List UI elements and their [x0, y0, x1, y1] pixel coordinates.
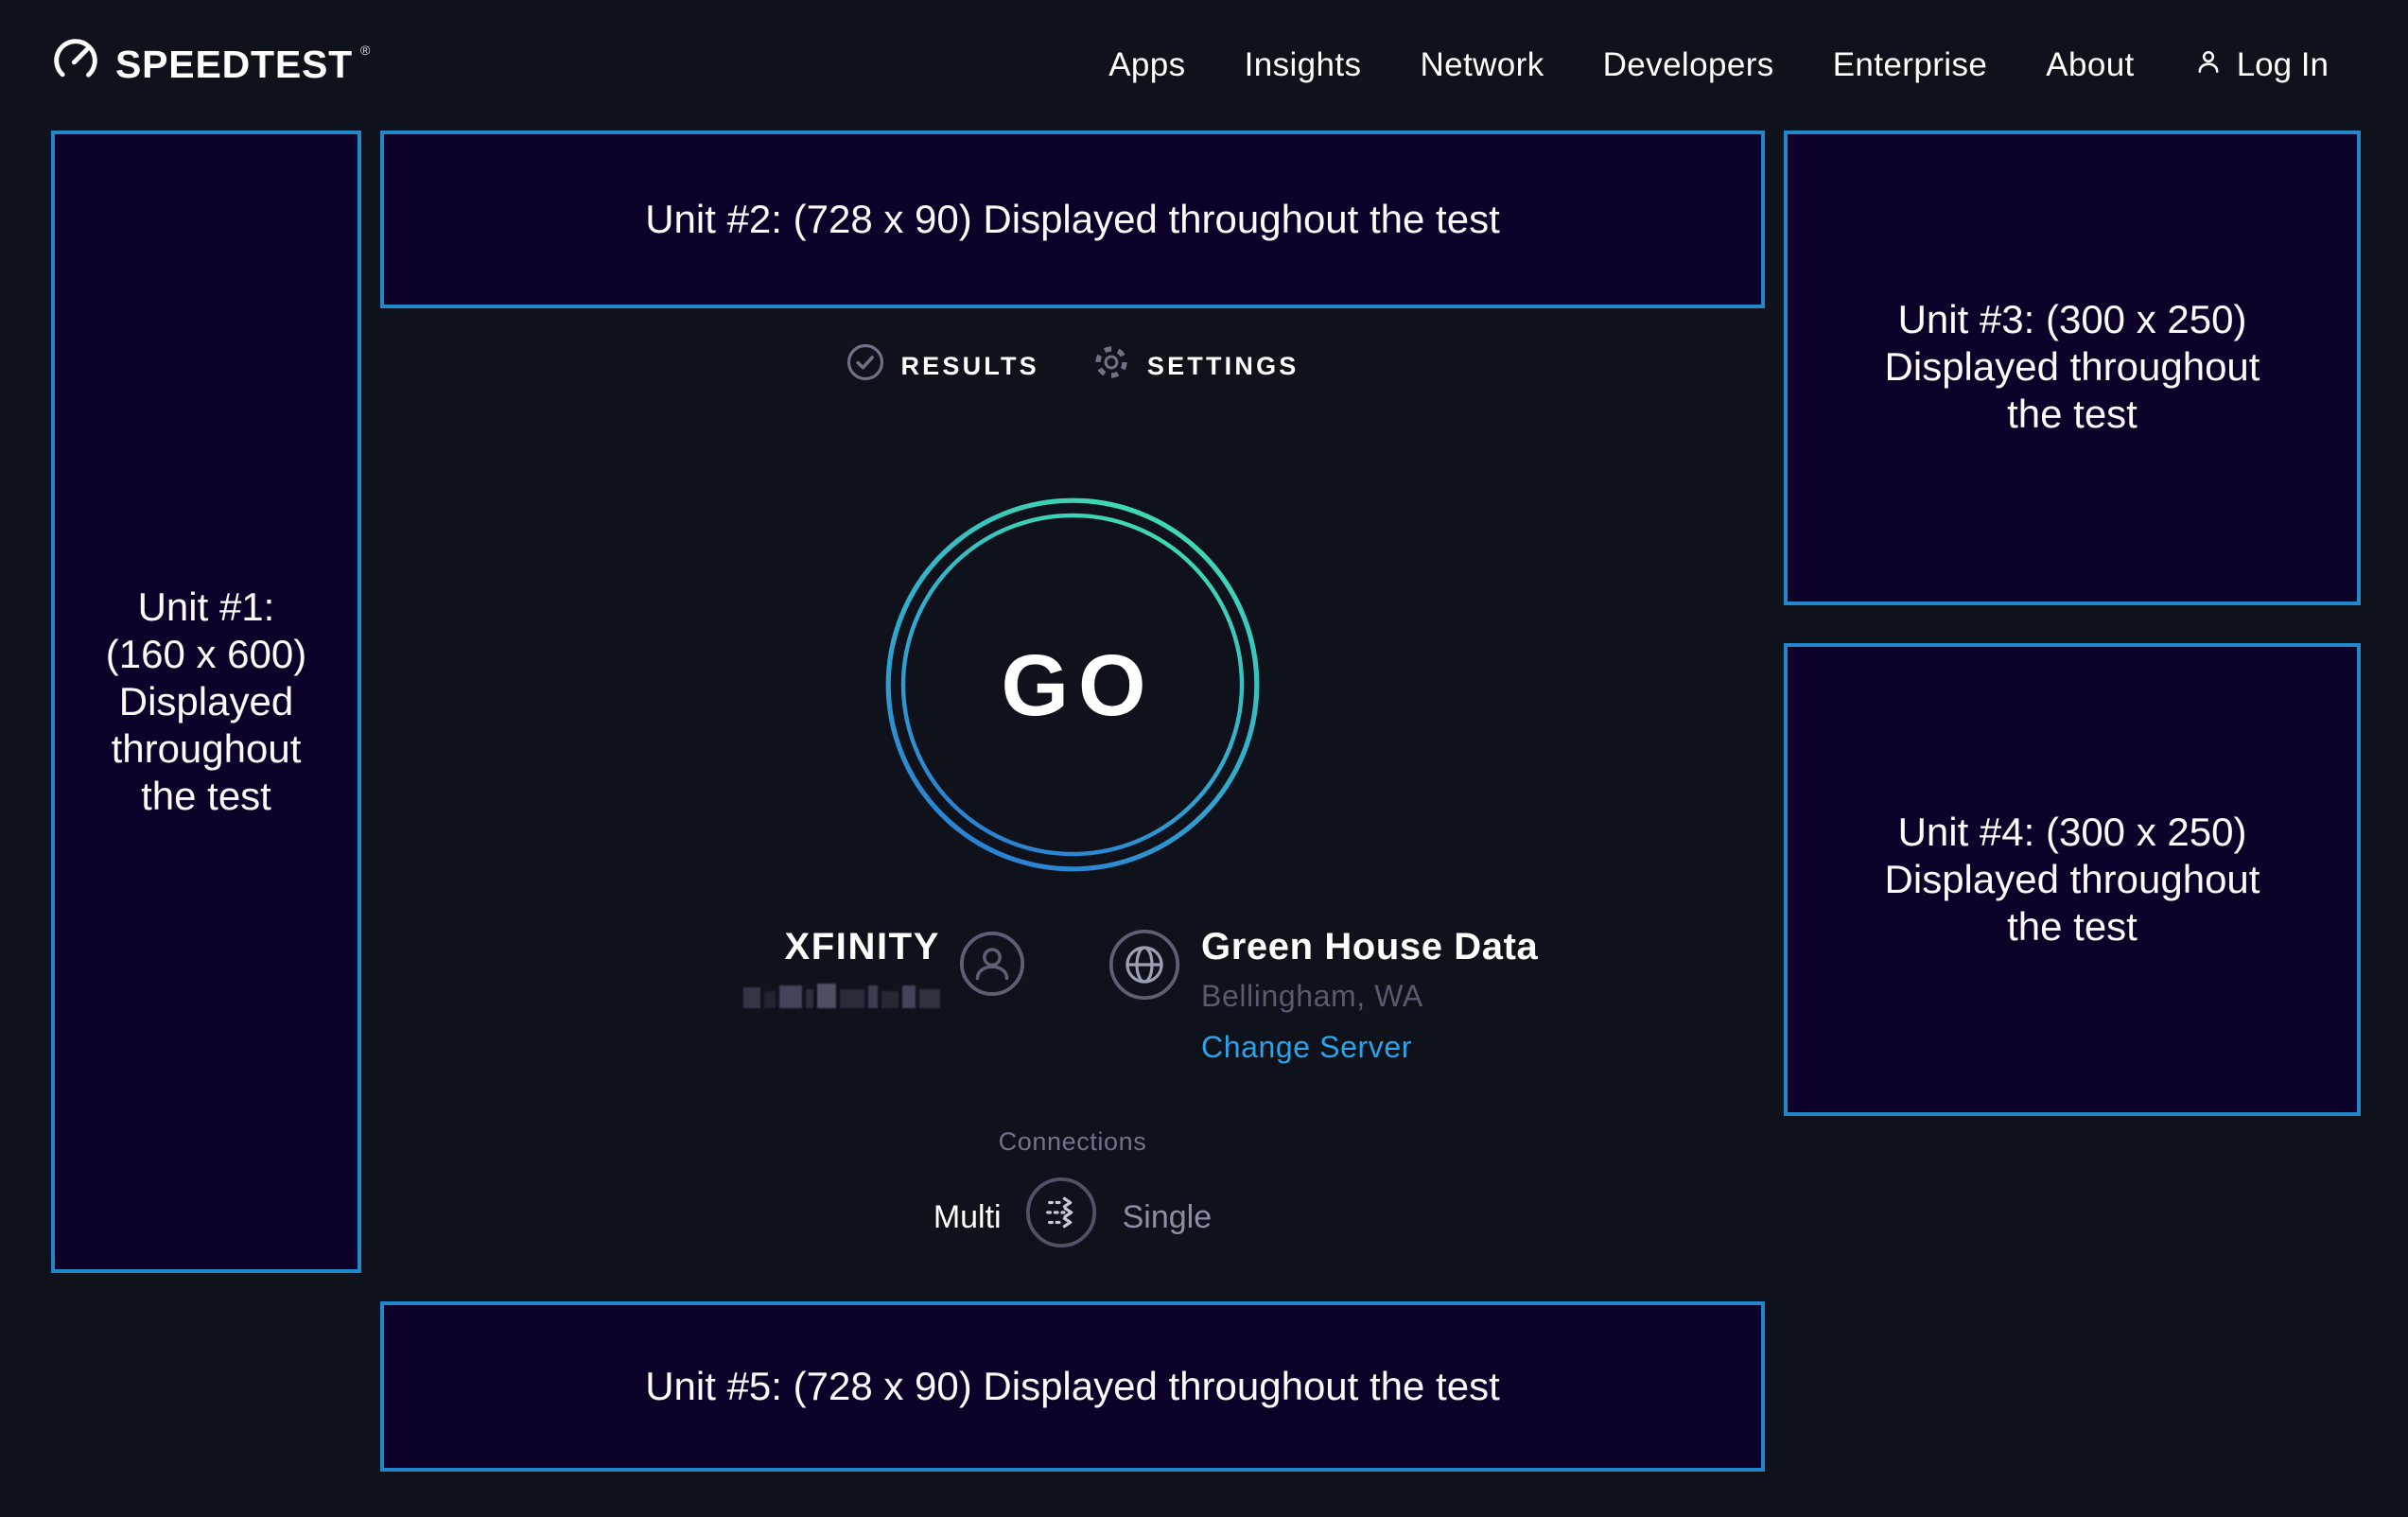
ad-unit-2-text: Unit #2: (728 x 90) Displayed throughout…: [645, 196, 1500, 243]
ad-unit-1[interactable]: Unit #1: (160 x 600) Displayed throughou…: [51, 131, 361, 1273]
brand-name: SPEEDTEST: [115, 43, 353, 88]
tabs-row: RESULTS SETTINGS: [380, 342, 1765, 388]
check-circle-icon: [846, 342, 885, 388]
go-button[interactable]: GO: [883, 496, 1262, 874]
ad-unit-3-text: Unit #3: (300 x 250) Displayed throughou…: [1885, 297, 2260, 439]
login-user-icon: [2193, 44, 2225, 86]
isp-info: XFINITY: [743, 921, 1025, 1008]
go-label: GO: [883, 496, 1262, 874]
nav-menu: Apps Insights Network Developers Enterpr…: [1108, 44, 2329, 86]
nav-item-insights[interactable]: Insights: [1245, 45, 1362, 85]
connections-label: Connections: [380, 1127, 1765, 1156]
ad-unit-4-text: Unit #4: (300 x 250) Displayed throughou…: [1885, 809, 2260, 950]
tab-results-label: RESULTS: [900, 351, 1038, 379]
connections-single-label[interactable]: Single: [1123, 1198, 1213, 1236]
tab-settings[interactable]: SETTINGS: [1092, 342, 1300, 388]
tab-results[interactable]: RESULTS: [846, 342, 1038, 388]
connections-toggle[interactable]: [1026, 1177, 1098, 1258]
nav-item-developers[interactable]: Developers: [1603, 45, 1774, 85]
speedtest-page: SPEEDTEST ® Apps Insights Network Develo…: [0, 0, 2408, 1517]
server-name: Green House Data: [1201, 925, 1538, 970]
nav-item-network[interactable]: Network: [1420, 45, 1544, 85]
server-location: Bellingham, WA: [1201, 982, 1538, 1016]
brand-logo[interactable]: SPEEDTEST ®: [51, 36, 377, 95]
gear-icon: [1092, 342, 1132, 388]
ad-unit-4[interactable]: Unit #4: (300 x 250) Displayed throughou…: [1784, 643, 2361, 1116]
brand-trademark: ®: [360, 45, 370, 59]
isp-name: XFINITY: [784, 925, 940, 970]
ad-unit-2[interactable]: Unit #2: (728 x 90) Displayed throughout…: [380, 131, 1765, 308]
connections-multi-label[interactable]: Multi: [934, 1198, 1002, 1236]
ad-unit-3[interactable]: Unit #3: (300 x 250) Displayed throughou…: [1784, 131, 2361, 605]
nav-item-apps[interactable]: Apps: [1108, 45, 1185, 85]
login-label: Log In: [2237, 45, 2329, 85]
nav-item-enterprise[interactable]: Enterprise: [1833, 45, 1988, 85]
ad-unit-1-text: Unit #1: (160 x 600) Displayed throughou…: [106, 584, 306, 820]
isp-user-icon: [959, 931, 1025, 1006]
nav-item-about[interactable]: About: [2046, 45, 2134, 85]
tab-settings-label: SETTINGS: [1147, 351, 1300, 379]
change-server-link[interactable]: Change Server: [1201, 1033, 1538, 1067]
server-info: Green House Data Bellingham, WA Change S…: [1108, 921, 1538, 1067]
ad-unit-5-text: Unit #5: (728 x 90) Displayed throughout…: [645, 1363, 1500, 1410]
ad-unit-5[interactable]: Unit #5: (728 x 90) Displayed throughout…: [380, 1301, 1765, 1472]
globe-icon: [1108, 929, 1180, 1010]
speedometer-gauge-icon: [51, 36, 100, 95]
redacted-ip-text: [743, 984, 940, 1008]
connections-section: Connections Multi Single: [380, 1127, 1765, 1258]
nav-bar: SPEEDTEST ® Apps Insights Network Develo…: [0, 0, 2408, 131]
login-button[interactable]: Log In: [2193, 44, 2329, 86]
